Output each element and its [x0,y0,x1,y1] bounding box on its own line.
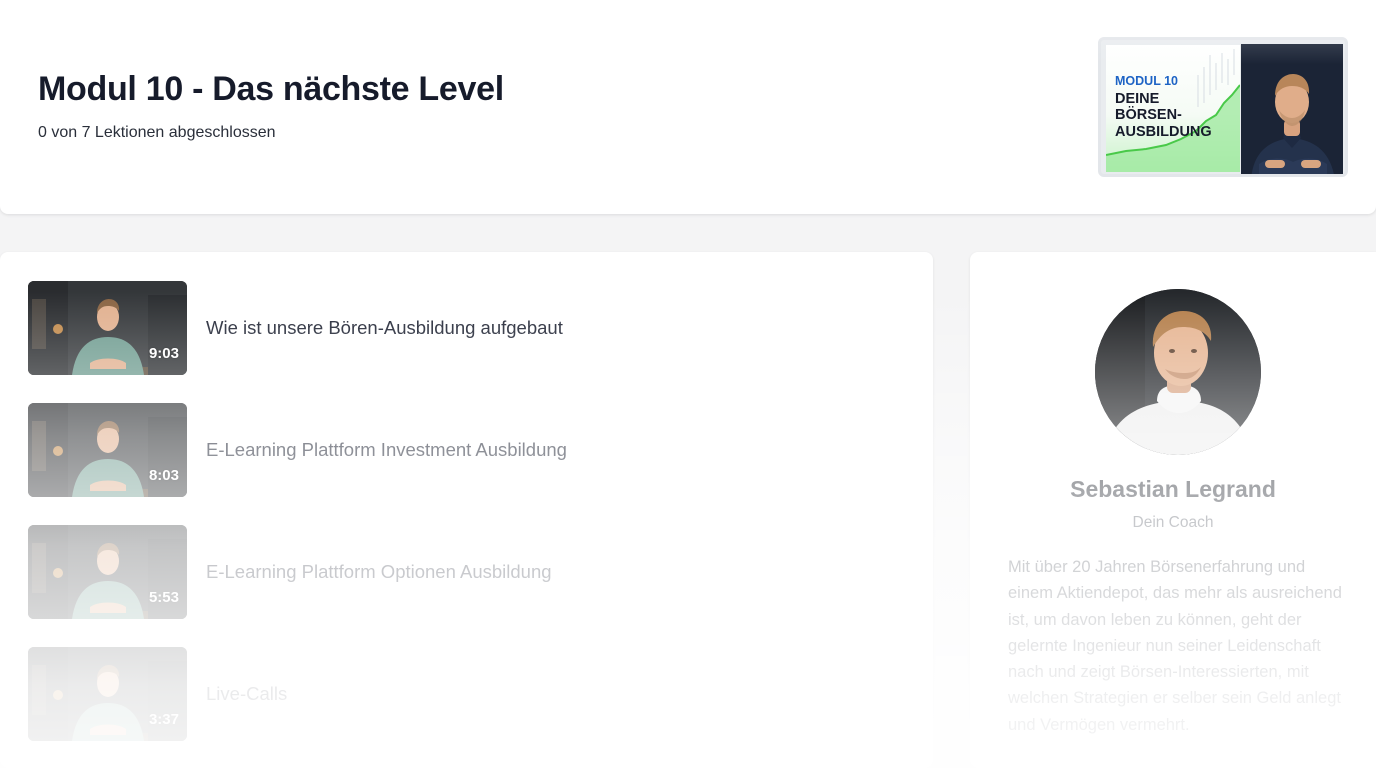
module-thumbnail-graphic: MODUL 10 DEINE BÖRSEN- AUSBILDUNG [1106,45,1240,172]
lesson-title[interactable]: Wie ist unsere Bören-Ausbildung aufgebau… [206,317,563,339]
thumbnail-module-label: MODUL 10 [1115,74,1178,88]
coach-avatar-image [1095,289,1261,455]
thumbnail-line-3: AUSBILDUNG [1115,124,1212,140]
coach-avatar [1095,289,1261,455]
lesson-item[interactable]: 5:53 E-Learning Plattform Optionen Ausbi… [28,525,908,619]
lesson-title[interactable]: E-Learning Plattform Investment Ausbildu… [206,439,567,461]
coach-thumbnail-image [1241,44,1343,174]
lesson-item[interactable]: 3:37 Live-Calls [28,647,908,741]
lesson-duration: 9:03 [148,345,179,362]
coach-role: Dein Coach [1132,514,1214,531]
coach-name: Sebastian Legrand [1070,476,1276,502]
lesson-item[interactable]: 8:03 E-Learning Plattform Investment Aus… [28,403,908,497]
module-thumbnail: MODUL 10 DEINE BÖRSEN- AUSBILDUNG [1098,37,1348,177]
coach-bio: Mit über 20 Jahren Börsenerfahrung und e… [1008,558,1342,734]
lesson-thumbnail[interactable]: 3:37 [28,647,187,741]
coach-card: Sebastian Legrand Dein Coach Mit über 20… [970,252,1376,768]
lesson-thumbnail[interactable]: 8:03 [28,403,187,497]
page-title: Modul 10 - Das nächste Level [38,70,504,108]
lesson-thumbnail[interactable]: 5:53 [28,525,187,619]
thumbnail-line-1: DEINE [1115,91,1160,107]
lesson-duration: 5:53 [148,589,179,606]
lesson-progress-text: 0 von 7 Lektionen abgeschlossen [38,124,276,141]
lessons-list: 9:03 Wie ist unsere Bören-Ausbildung auf… [0,252,933,768]
lesson-thumbnail[interactable]: 9:03 [28,281,187,375]
lesson-duration: 8:03 [148,467,179,484]
lesson-title[interactable]: E-Learning Plattform Optionen Ausbildung [206,561,552,583]
lesson-duration: 3:37 [148,711,179,728]
module-header: Modul 10 - Das nächste Level 0 von 7 Lek… [0,0,1376,214]
lesson-item[interactable]: 9:03 Wie ist unsere Bören-Ausbildung auf… [28,281,908,375]
thumbnail-line-2: BÖRSEN- [1115,107,1182,123]
coach-photo-thumbnail [1241,44,1343,174]
lesson-title[interactable]: Live-Calls [206,683,287,705]
